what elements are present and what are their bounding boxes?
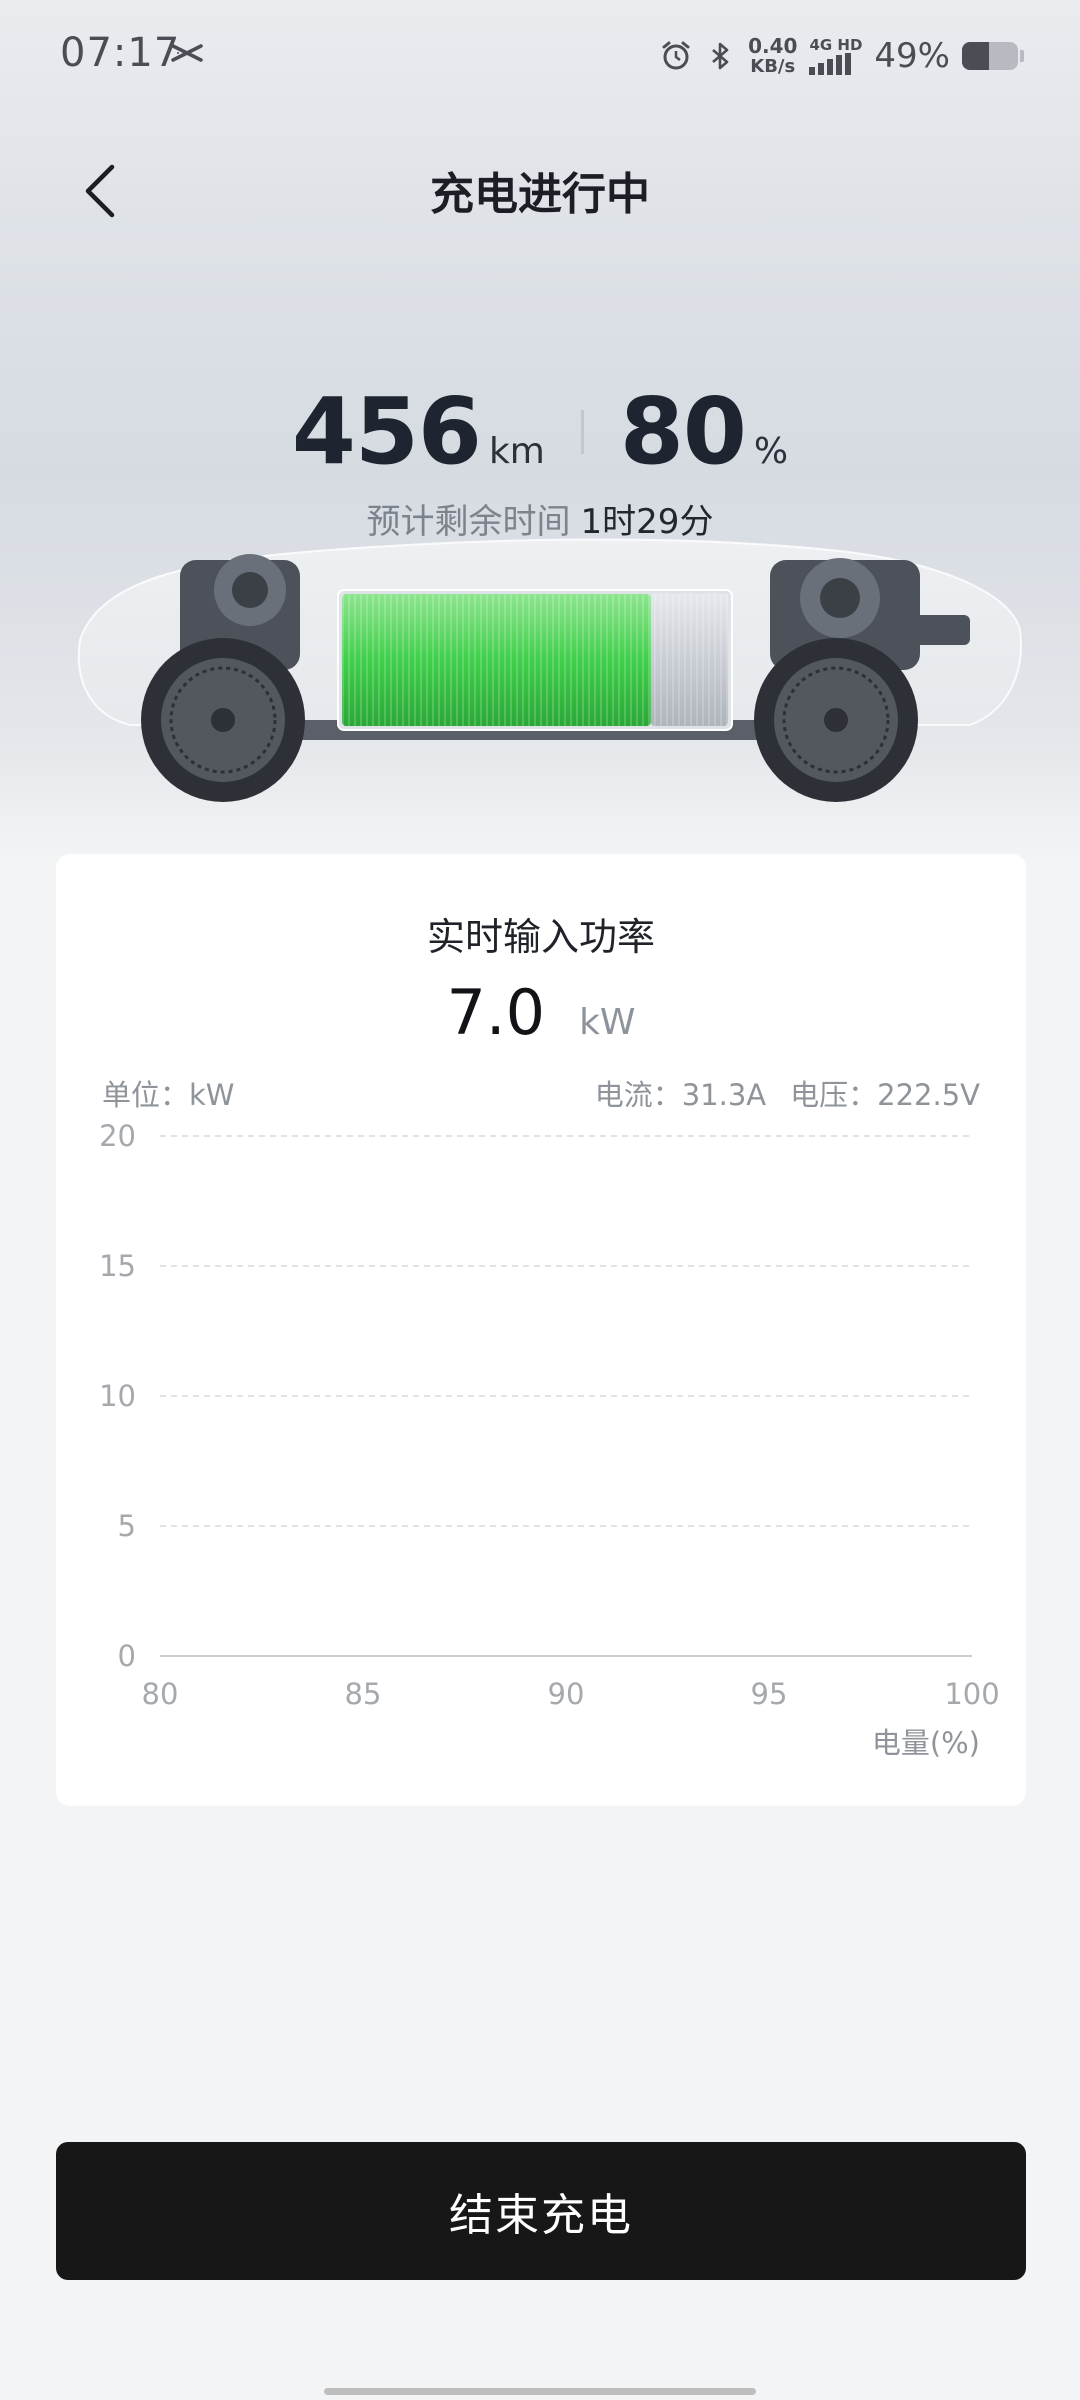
- status-time: 07:17: [60, 30, 181, 76]
- page-title: 充电进行中: [430, 169, 650, 220]
- stat-divider: [580, 409, 584, 454]
- x-tick-label: 100: [944, 1677, 999, 1711]
- y-tick-label: 0: [118, 1639, 136, 1673]
- power-unit: kW: [579, 1002, 636, 1043]
- signal-icon: [809, 52, 852, 75]
- power-card: 实时输入功率 7.0 kW 单位：kW 电流：31.3A 电压：222.5V 2…: [56, 854, 1026, 1806]
- battery-cap: [1020, 50, 1024, 62]
- power-value: 7.0: [446, 976, 546, 1049]
- status-bar: 07:17 0.40 KB/s 4G HD 49%: [0, 0, 1080, 116]
- alarm-icon: [662, 41, 690, 70]
- y-tick-label: 20: [99, 1119, 136, 1153]
- x-axis-title: 电量(%): [871, 1726, 980, 1760]
- network-indicator: 4G HD: [809, 37, 862, 75]
- battery-percent: 49%: [874, 36, 950, 76]
- x-tick-label: 85: [345, 1677, 382, 1711]
- power-chart: 20 15 10 5 080 85 90 95 100: [99, 1119, 1000, 1711]
- y-tick-label: 5: [118, 1509, 136, 1543]
- charge-summary: 456 km 80 %: [0, 378, 1080, 485]
- soc-value: 80: [619, 378, 747, 485]
- home-indicator[interactable]: [324, 2388, 756, 2395]
- x-tick-label: 90: [548, 1677, 585, 1711]
- power-readout: 7.0 kW: [56, 976, 1026, 1049]
- x-tick-label: 80: [142, 1677, 179, 1711]
- scissors-icon: [171, 44, 203, 62]
- x-tick-label: 95: [751, 1677, 788, 1711]
- range-value: 456: [291, 378, 482, 485]
- car-chassis-illustration: [77, 538, 1022, 802]
- network-speed: 0.40 KB/s: [748, 34, 798, 77]
- power-card-title: 实时输入功率: [426, 915, 655, 959]
- soc-unit: %: [753, 431, 789, 472]
- rear-wheel: [754, 638, 918, 802]
- y-tick-label: 15: [99, 1249, 136, 1283]
- end-charging-button[interactable]: 结束充电: [56, 2142, 1026, 2280]
- battery-icon: [962, 42, 1018, 70]
- battery-pack: [337, 589, 733, 731]
- front-wheel: [141, 638, 305, 802]
- bluetooth-icon: [712, 42, 729, 70]
- range-unit: km: [488, 431, 545, 472]
- y-tick-label: 10: [99, 1379, 136, 1413]
